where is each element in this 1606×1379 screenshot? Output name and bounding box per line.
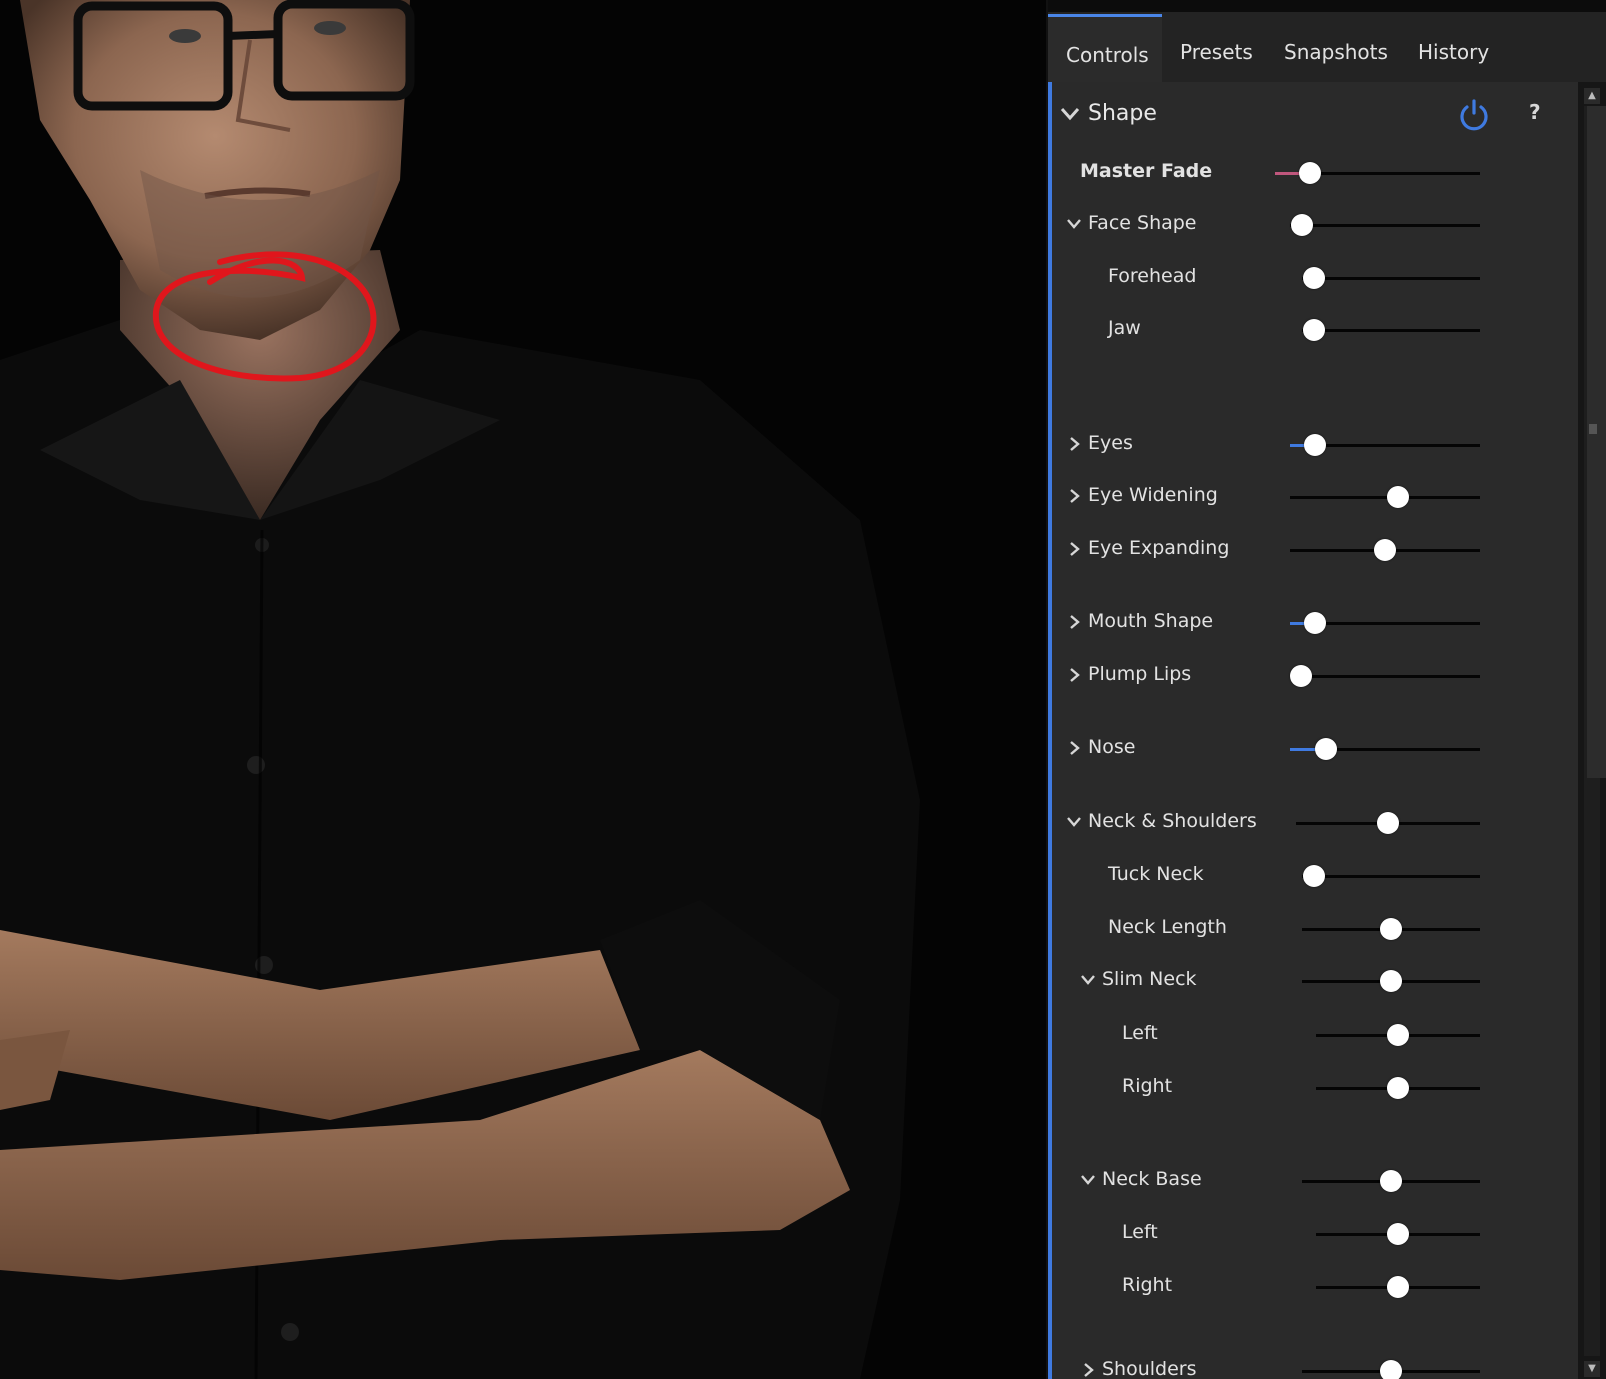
section-accent-bar	[1048, 82, 1052, 1379]
slider-handle[interactable]	[1304, 612, 1326, 634]
panel-scrollbar[interactable]: ▲ ▼	[1578, 82, 1606, 1379]
scroll-thumb[interactable]	[1587, 106, 1606, 778]
slider-track[interactable]	[1302, 918, 1480, 940]
slider-label: Nose	[1088, 736, 1136, 758]
slider-label: Eyes	[1088, 432, 1133, 454]
slider-label: Jaw	[1108, 317, 1141, 339]
scroll-track[interactable]	[1584, 106, 1606, 1356]
slider-label: Tuck Neck	[1108, 863, 1204, 885]
slider-handle[interactable]	[1291, 214, 1313, 236]
slider-track[interactable]	[1302, 970, 1480, 992]
slider-track[interactable]	[1290, 434, 1480, 456]
power-icon[interactable]	[1458, 98, 1490, 132]
chevron-right-icon[interactable]	[1066, 436, 1082, 452]
slider-label: Mouth Shape	[1088, 610, 1214, 632]
slider-handle[interactable]	[1380, 970, 1402, 992]
slider-track[interactable]	[1290, 539, 1480, 561]
slider-track[interactable]	[1316, 1024, 1480, 1046]
slider-track[interactable]	[1290, 214, 1480, 236]
slider-label: Right	[1122, 1274, 1173, 1296]
slider-handle[interactable]	[1290, 665, 1312, 687]
slider-label: Face Shape	[1088, 212, 1197, 234]
slider-handle[interactable]	[1304, 434, 1326, 456]
controls-content: Shape ? Master Fade Face Shape Forehead Jaw…	[1048, 82, 1578, 1379]
panel-top-bar	[1048, 0, 1606, 12]
chevron-down-icon[interactable]	[1066, 814, 1082, 830]
portrait-photo	[0, 0, 1046, 1379]
tab-controls[interactable]: Controls	[1048, 14, 1162, 82]
chevron-right-icon[interactable]	[1066, 740, 1082, 756]
slider-label: Master Fade	[1080, 160, 1213, 182]
tab-snapshots[interactable]: Snapshots	[1266, 14, 1400, 82]
chevron-right-icon[interactable]	[1066, 614, 1082, 630]
slider-track[interactable]	[1316, 1276, 1480, 1298]
slider-handle[interactable]	[1299, 162, 1321, 184]
slider-label: Neck Length	[1108, 916, 1227, 938]
slider-label: Neck & Shoulders	[1088, 810, 1257, 832]
slider-track[interactable]	[1316, 1223, 1480, 1245]
adjustment-panel: Controls Presets Snapshots History Shape…	[1048, 0, 1606, 1379]
chevron-down-icon[interactable]	[1080, 972, 1096, 988]
slider-track[interactable]	[1316, 1077, 1480, 1099]
slider-track[interactable]	[1290, 665, 1480, 687]
slider-handle[interactable]	[1303, 319, 1325, 341]
scroll-up-icon[interactable]: ▲	[1584, 88, 1600, 104]
chevron-down-icon[interactable]	[1060, 106, 1080, 122]
panel-tabs: Controls Presets Snapshots History	[1048, 12, 1606, 82]
slider-handle[interactable]	[1377, 812, 1399, 834]
slider-track[interactable]	[1302, 1170, 1480, 1192]
shape-section-header[interactable]: Shape ?	[1048, 82, 1578, 148]
slider-track[interactable]	[1302, 865, 1480, 887]
slider-label: Forehead	[1108, 265, 1197, 287]
slider-handle[interactable]	[1387, 1077, 1409, 1099]
slider-track[interactable]	[1290, 738, 1480, 760]
slider-track[interactable]	[1302, 267, 1480, 289]
slider-label: Slim Neck	[1102, 968, 1197, 990]
help-button[interactable]: ?	[1529, 100, 1541, 124]
slider-track[interactable]	[1275, 162, 1480, 184]
slider-label: Left	[1122, 1221, 1158, 1243]
slider-handle[interactable]	[1387, 1223, 1409, 1245]
slider-label: Shoulders	[1102, 1358, 1197, 1379]
slider-handle[interactable]	[1303, 865, 1325, 887]
slider-track[interactable]	[1302, 1360, 1480, 1379]
section-title: Shape	[1088, 101, 1157, 126]
tab-history[interactable]: History	[1400, 14, 1510, 82]
slider-handle[interactable]	[1387, 1276, 1409, 1298]
tab-presets[interactable]: Presets	[1162, 14, 1266, 82]
chevron-right-icon[interactable]	[1066, 667, 1082, 683]
chevron-down-icon[interactable]	[1080, 1172, 1096, 1188]
scroll-grip-icon	[1589, 424, 1597, 434]
slider-handle[interactable]	[1380, 1170, 1402, 1192]
slider-handle[interactable]	[1380, 918, 1402, 940]
chevron-right-icon[interactable]	[1066, 488, 1082, 504]
slider-label: Right	[1122, 1075, 1173, 1097]
slider-label: Neck Base	[1102, 1168, 1202, 1190]
slider-track[interactable]	[1290, 486, 1480, 508]
slider-handle[interactable]	[1315, 738, 1337, 760]
slider-label: Eye Widening	[1088, 484, 1218, 506]
chevron-down-icon[interactable]	[1066, 216, 1082, 232]
chevron-right-icon[interactable]	[1080, 1362, 1096, 1378]
slider-handle[interactable]	[1380, 1360, 1402, 1379]
chevron-right-icon[interactable]	[1066, 541, 1082, 557]
slider-label: Eye Expanding	[1088, 537, 1230, 559]
slider-track[interactable]	[1302, 319, 1480, 341]
slider-handle[interactable]	[1303, 267, 1325, 289]
scroll-down-icon[interactable]: ▼	[1584, 1361, 1600, 1377]
slider-track[interactable]	[1290, 612, 1480, 634]
photo-canvas[interactable]	[0, 0, 1046, 1379]
slider-track[interactable]	[1296, 812, 1480, 834]
slider-handle[interactable]	[1387, 486, 1409, 508]
slider-label: Left	[1122, 1022, 1158, 1044]
slider-handle[interactable]	[1387, 1024, 1409, 1046]
slider-handle[interactable]	[1374, 539, 1396, 561]
slider-label: Plump Lips	[1088, 663, 1192, 685]
